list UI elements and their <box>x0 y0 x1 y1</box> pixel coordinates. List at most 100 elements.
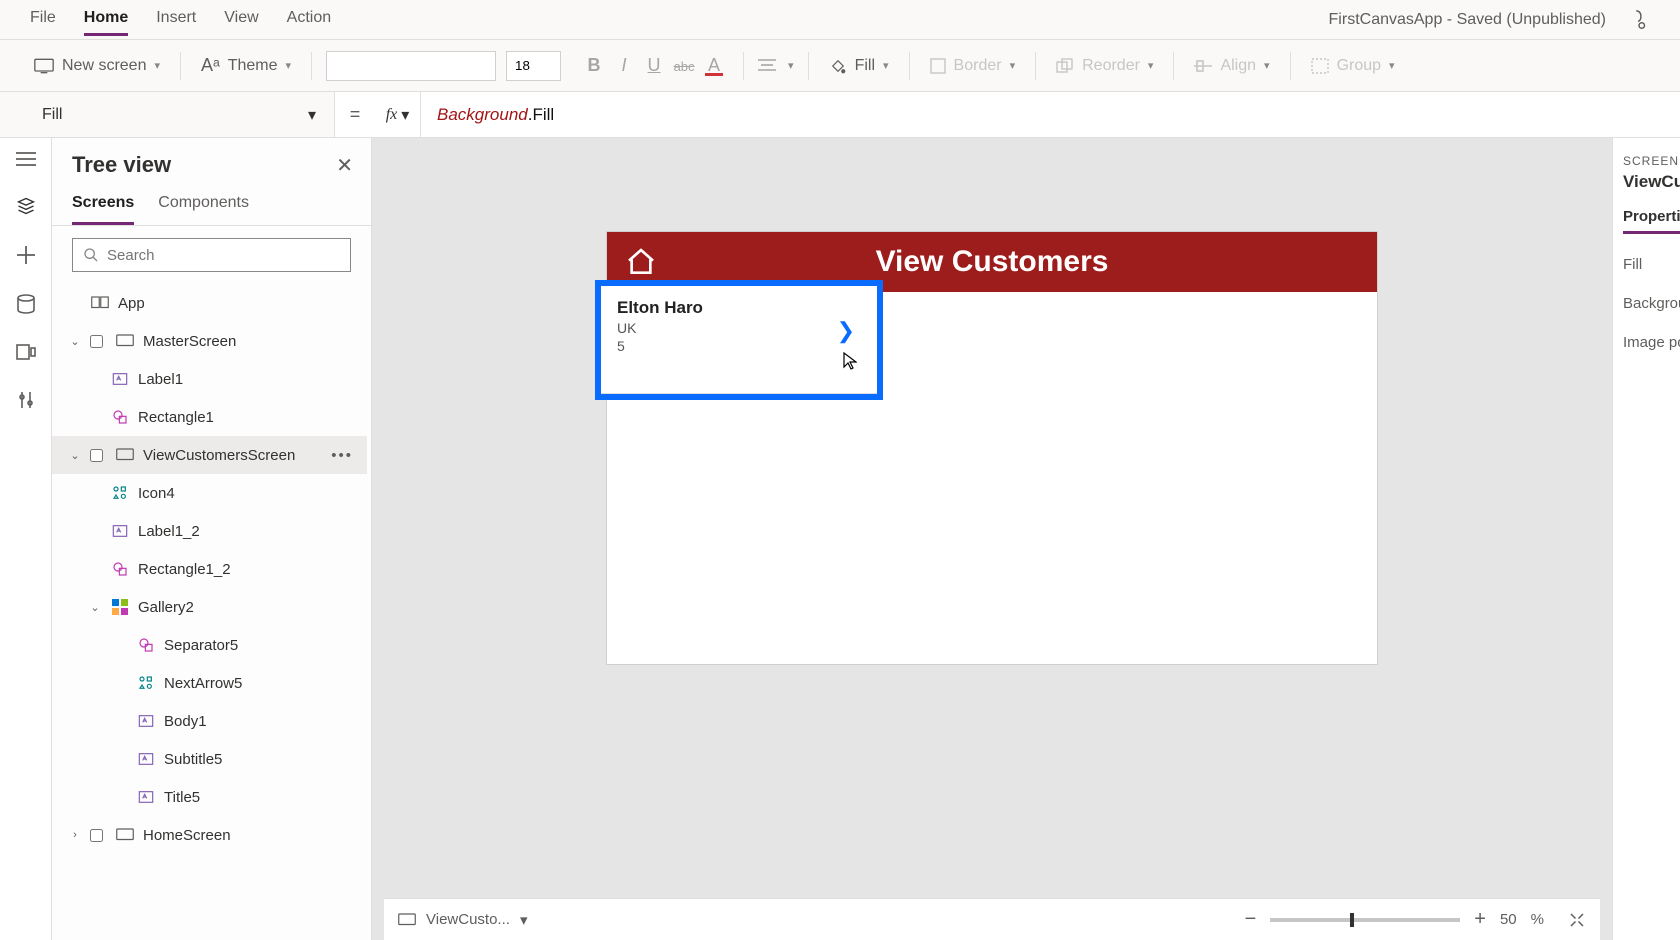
screen-checkbox[interactable] <box>90 829 103 842</box>
iconctl-icon <box>110 485 130 501</box>
properties-panel: SCREEN ViewCusto Properties Fill Backgro… <box>1612 138 1680 940</box>
gallery-item-subtitle[interactable]: UK <box>617 320 861 336</box>
tab-properties[interactable]: Properties <box>1623 208 1680 234</box>
menu-item-view[interactable]: View <box>224 3 258 36</box>
collapse-icon[interactable]: ⌄ <box>88 601 102 614</box>
zoom-in-button[interactable]: + <box>1474 908 1486 931</box>
formula-input[interactable]: Background.Fill <box>421 105 1680 125</box>
prop-row-background[interactable]: Background <box>1623 295 1670 312</box>
screen-checkbox[interactable] <box>90 335 103 348</box>
body: Tree view ✕ Screens Components App⌄Maste… <box>0 138 1680 940</box>
canvas-statusbar: ViewCusto... ▾ − + 50 % <box>384 898 1600 940</box>
chevron-down-icon: ▾ <box>1389 59 1395 72</box>
collapse-icon[interactable]: ⌄ <box>68 335 82 348</box>
screen-checkbox[interactable] <box>90 449 103 462</box>
app-screen[interactable]: View Customers Elton Haro UK 5 ❯ <box>607 232 1377 664</box>
gallery-icon <box>110 599 130 615</box>
separator <box>1290 52 1291 80</box>
menu-item-file[interactable]: File <box>30 3 56 36</box>
tree-node-label1_2[interactable]: Label1_2 <box>52 512 367 550</box>
zoom-slider[interactable] <box>1270 918 1460 922</box>
tree-node-body1[interactable]: Body1 <box>52 702 367 740</box>
data-icon[interactable] <box>17 294 35 314</box>
align-button[interactable]: Align ▾ <box>1188 53 1275 79</box>
gallery-template-selection[interactable]: Elton Haro UK 5 ❯ <box>595 280 883 400</box>
iconctl-icon <box>136 675 156 691</box>
screen-selector[interactable]: ViewCusto... ▾ <box>398 911 527 929</box>
media-icon[interactable] <box>16 344 36 360</box>
menu-item-insert[interactable]: Insert <box>156 3 196 36</box>
tree-node-nextarrow5[interactable]: NextArrow5 <box>52 664 367 702</box>
app-header-title[interactable]: View Customers <box>876 245 1109 279</box>
next-arrow-icon[interactable]: ❯ <box>837 318 855 344</box>
tree-node-label1[interactable]: Label1 <box>52 360 367 398</box>
reorder-label: Reorder <box>1082 57 1140 75</box>
gallery-item-title[interactable]: Elton Haro <box>617 298 861 318</box>
separator <box>808 52 809 80</box>
menu-item-action[interactable]: Action <box>287 3 331 36</box>
zoom-out-button[interactable]: − <box>1245 908 1257 931</box>
close-icon[interactable]: ✕ <box>336 153 353 178</box>
tree-node-label: Body1 <box>164 713 207 730</box>
tree-node-app[interactable]: App <box>52 284 367 322</box>
expand-icon[interactable]: › <box>68 829 82 841</box>
tree-node-label: Rectangle1 <box>138 409 214 426</box>
border-button[interactable]: Border ▾ <box>924 53 1022 79</box>
tree-node-label: Icon4 <box>138 485 175 502</box>
collapse-icon[interactable]: ⌄ <box>68 449 82 462</box>
font-size-input[interactable] <box>506 51 561 81</box>
property-selector[interactable]: Fill ▾ <box>0 92 335 137</box>
chevron-down-icon: ▾ <box>1148 59 1154 72</box>
search-box[interactable] <box>72 238 351 272</box>
underline-button[interactable]: U <box>639 55 669 76</box>
tree-node-label: ViewCustomersScreen <box>143 447 295 464</box>
more-icon[interactable]: ••• <box>331 447 353 464</box>
tree-node-gallery2[interactable]: ⌄Gallery2 <box>52 588 367 626</box>
tree-node-masterscreen[interactable]: ⌄MasterScreen <box>52 322 367 360</box>
menu-bar: File Home Insert View Action FirstCanvas… <box>0 0 1680 40</box>
tree-node-homescreen[interactable]: ›HomeScreen <box>52 816 367 854</box>
home-icon[interactable] <box>625 246 657 278</box>
prop-row-fill[interactable]: Fill <box>1623 256 1670 273</box>
fullscreen-icon[interactable] <box>1568 911 1586 929</box>
tree-node-rectangle1_2[interactable]: Rectangle1_2 <box>52 550 367 588</box>
tree-view-icon[interactable] <box>16 196 36 216</box>
search-input[interactable] <box>107 247 340 264</box>
hamburger-icon[interactable] <box>16 152 36 166</box>
new-screen-button[interactable]: New screen ▾ <box>28 53 166 79</box>
bold-button[interactable]: B <box>579 55 609 76</box>
reorder-button[interactable]: Reorder ▾ <box>1050 53 1159 79</box>
group-button[interactable]: Group ▾ <box>1305 53 1401 79</box>
tab-screens[interactable]: Screens <box>72 186 134 225</box>
theme-button[interactable]: Aᵃ Theme ▾ <box>195 51 297 80</box>
tree-list: App⌄MasterScreenLabel1 Rectangle1 ⌄ ViewCus… <box>52 284 371 940</box>
insert-icon[interactable] <box>17 246 35 264</box>
prop-row-image-position[interactable]: Image posit <box>1623 334 1670 351</box>
gallery-item-body[interactable]: 5 <box>617 338 861 354</box>
search-icon <box>83 247 99 263</box>
fill-button[interactable]: Fill ▾ <box>823 53 895 79</box>
tools-icon[interactable] <box>17 390 35 410</box>
italic-button[interactable]: I <box>609 55 639 76</box>
font-color-button[interactable]: A <box>699 55 729 76</box>
strikethrough-button[interactable]: abc <box>669 55 699 76</box>
zoom-value: 50 <box>1500 911 1517 928</box>
text-align-button[interactable] <box>758 59 788 73</box>
menu-item-home[interactable]: Home <box>84 3 128 36</box>
tree-node-subtitle5[interactable]: Subtitle5 <box>52 740 367 778</box>
equals-sign: = <box>335 104 375 125</box>
canvas-stage[interactable]: View Customers Elton Haro UK 5 ❯ <box>372 138 1612 898</box>
fx-button[interactable]: fx ▾ <box>375 92 421 137</box>
tab-components[interactable]: Components <box>158 186 249 225</box>
label-icon <box>110 523 130 539</box>
tree-node-icon4[interactable]: Icon4 <box>52 474 367 512</box>
theme-label: Theme <box>228 57 278 75</box>
app-checker-icon[interactable] <box>1616 9 1650 31</box>
font-name-input[interactable] <box>326 51 496 81</box>
tree-node-title5[interactable]: Title5 <box>52 778 367 816</box>
tree-node-rectangle1[interactable]: Rectangle1 <box>52 398 367 436</box>
tree-node-viewcustomersscreen[interactable]: ⌄ ViewCustomersScreen ••• <box>52 436 367 474</box>
tree-node-separator5[interactable]: Separator5 <box>52 626 367 664</box>
gallery-item-inner: Elton Haro UK 5 ❯ <box>601 286 877 394</box>
label-icon <box>136 789 156 805</box>
